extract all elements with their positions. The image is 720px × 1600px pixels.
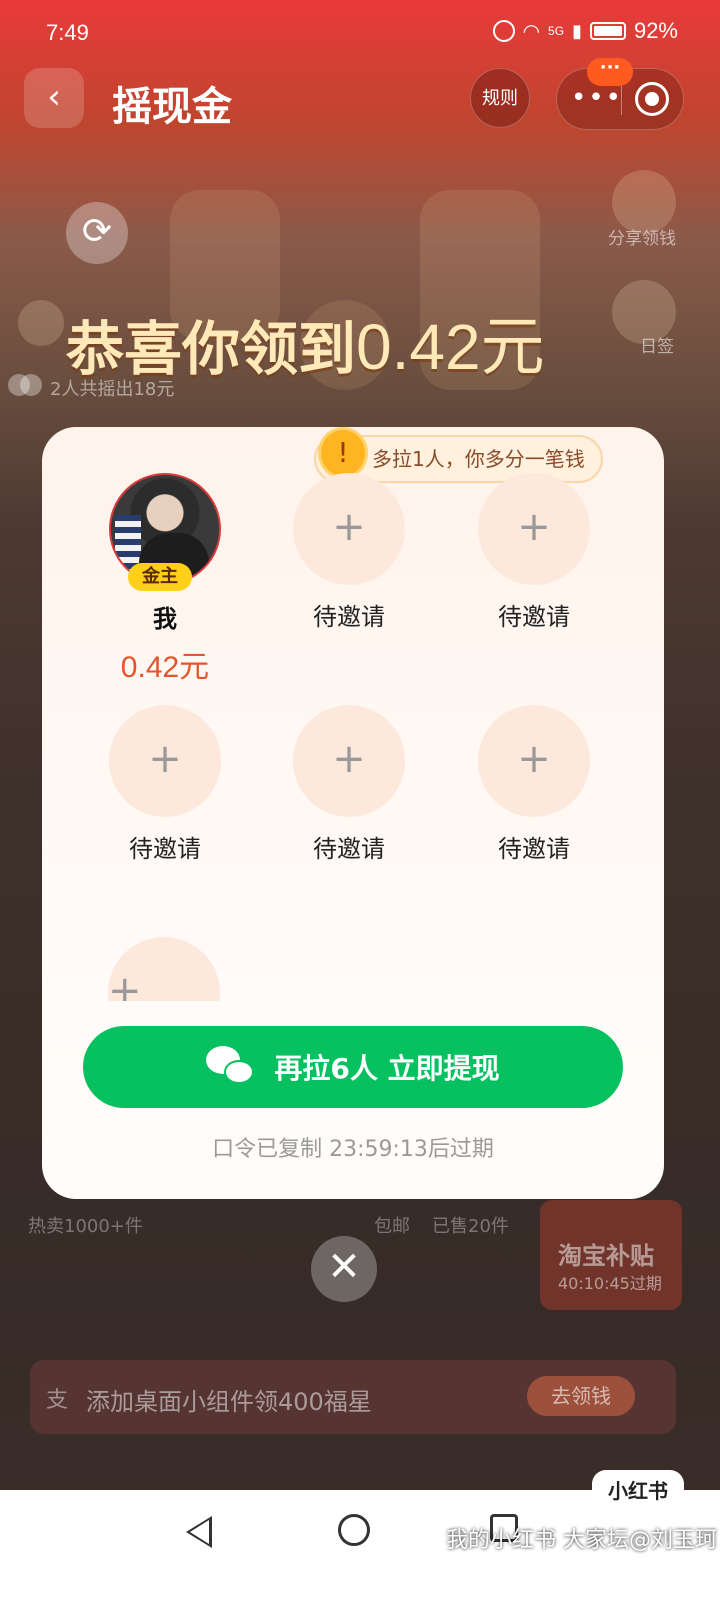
banner-button[interactable]: 去领钱 <box>527 1376 635 1416</box>
rules-button[interactable]: 规则 <box>470 68 530 128</box>
plus-icon: + <box>478 473 590 585</box>
me-slot: 金主 我 0.42元 <box>100 473 230 686</box>
slot-label: 待邀请 <box>313 603 385 631</box>
expire-text: 口令已复制 23:59:13后过期 <box>212 1137 494 1162</box>
congrats-headline: 恭喜你领到0.42元 <box>66 296 666 383</box>
chevron-left-icon: ‹ <box>47 77 61 117</box>
invite-slot[interactable]: + 待邀请 <box>284 705 414 864</box>
invite-modal: 多拉1人，你多分一笔钱 ! 金主 我 0.42元 + 待邀请 + 待邀请 + 待… <box>42 427 664 1199</box>
slot-label: 待邀请 <box>498 835 570 863</box>
close-program-icon[interactable] <box>635 82 669 116</box>
notification-badge: ··· <box>587 58 633 86</box>
invite-slot[interactable]: + 待邀请 <box>284 473 414 632</box>
me-amount: 0.42元 <box>120 651 210 684</box>
alarm-icon <box>492 20 515 42</box>
invite-slot[interactable]: + 待邀请 <box>100 705 230 864</box>
widget-banner: 支 添加桌面小组件领400福星 去领钱 <box>30 1360 676 1434</box>
coin-icon <box>18 300 64 346</box>
me-name: 我 <box>153 605 177 633</box>
subsidy-title: 淘宝补贴 <box>558 1242 654 1270</box>
slot-label: 待邀请 <box>313 835 385 863</box>
shook-summary: 2人共摇出18元 <box>8 374 174 401</box>
refresh-button[interactable]: ⟳ <box>66 202 128 264</box>
nav-back-icon[interactable] <box>186 1516 212 1548</box>
xhs-logo: 小红书 <box>592 1470 684 1512</box>
capsule-divider <box>621 85 622 115</box>
battery-label: 92% <box>633 18 678 43</box>
plus-icon: + <box>108 937 220 1001</box>
banner-text: 添加桌面小组件领400福星 <box>86 1388 372 1416</box>
slot-label: 待邀请 <box>498 603 570 631</box>
surprised-emoji-icon: ! <box>318 427 368 479</box>
status-icons: ◠ 5G ▮ 92% <box>492 18 678 44</box>
subsidy-timer: 40:10:45过期 <box>558 1274 662 1293</box>
free-shipping-label: 包邮 <box>374 1216 410 1237</box>
invite-withdraw-button[interactable]: 再拉6人 立即提现 <box>83 1026 623 1108</box>
network-label: 5G <box>548 24 565 38</box>
subsidy-card: 淘宝补贴 40:10:45过期 <box>540 1200 682 1310</box>
sold-label: 已售20件 <box>432 1216 509 1237</box>
invite-slot-partial[interactable]: + <box>102 937 242 1001</box>
wechat-icon <box>206 1046 258 1088</box>
plus-icon: + <box>109 705 221 817</box>
product-hot-label: 热卖1000+件 <box>28 1216 143 1237</box>
cta-label: 再拉6人 立即提现 <box>274 1052 500 1085</box>
headline-prefix: 恭喜你领到 <box>66 315 357 383</box>
page-title: 摇现金 <box>112 84 232 130</box>
slot-label: 待邀请 <box>129 835 201 863</box>
headline-amount: 0.42元 <box>356 311 545 383</box>
refresh-icon: ⟳ <box>81 211 113 252</box>
wifi-icon: ◠ <box>522 20 541 43</box>
plus-icon: + <box>293 473 405 585</box>
close-icon: ✕ <box>327 1244 361 1290</box>
back-button[interactable]: ‹ <box>24 68 84 128</box>
invite-slot[interactable]: + 待邀请 <box>469 473 599 632</box>
signal-icon: ▮ <box>572 20 582 41</box>
plus-icon: + <box>478 705 590 817</box>
battery-icon <box>589 22 626 40</box>
shook-text: 2人共摇出18元 <box>50 378 175 400</box>
close-modal-button[interactable]: ✕ <box>311 1236 377 1302</box>
plus-icon: + <box>293 705 405 817</box>
nav-home-icon[interactable] <box>338 1514 370 1546</box>
mini-avatars <box>8 374 42 401</box>
share-link[interactable]: 分享领钱 <box>608 224 676 249</box>
alipay-icon: 支 <box>46 1388 69 1413</box>
more-icon[interactable]: ••• <box>571 85 623 111</box>
status-time: 7:49 <box>46 20 89 45</box>
invite-slot[interactable]: + 待邀请 <box>469 705 599 864</box>
sponsor-badge: 金主 <box>128 563 192 591</box>
watermark: 我的小红书 大家坛@刘玉珂 <box>446 1528 717 1553</box>
